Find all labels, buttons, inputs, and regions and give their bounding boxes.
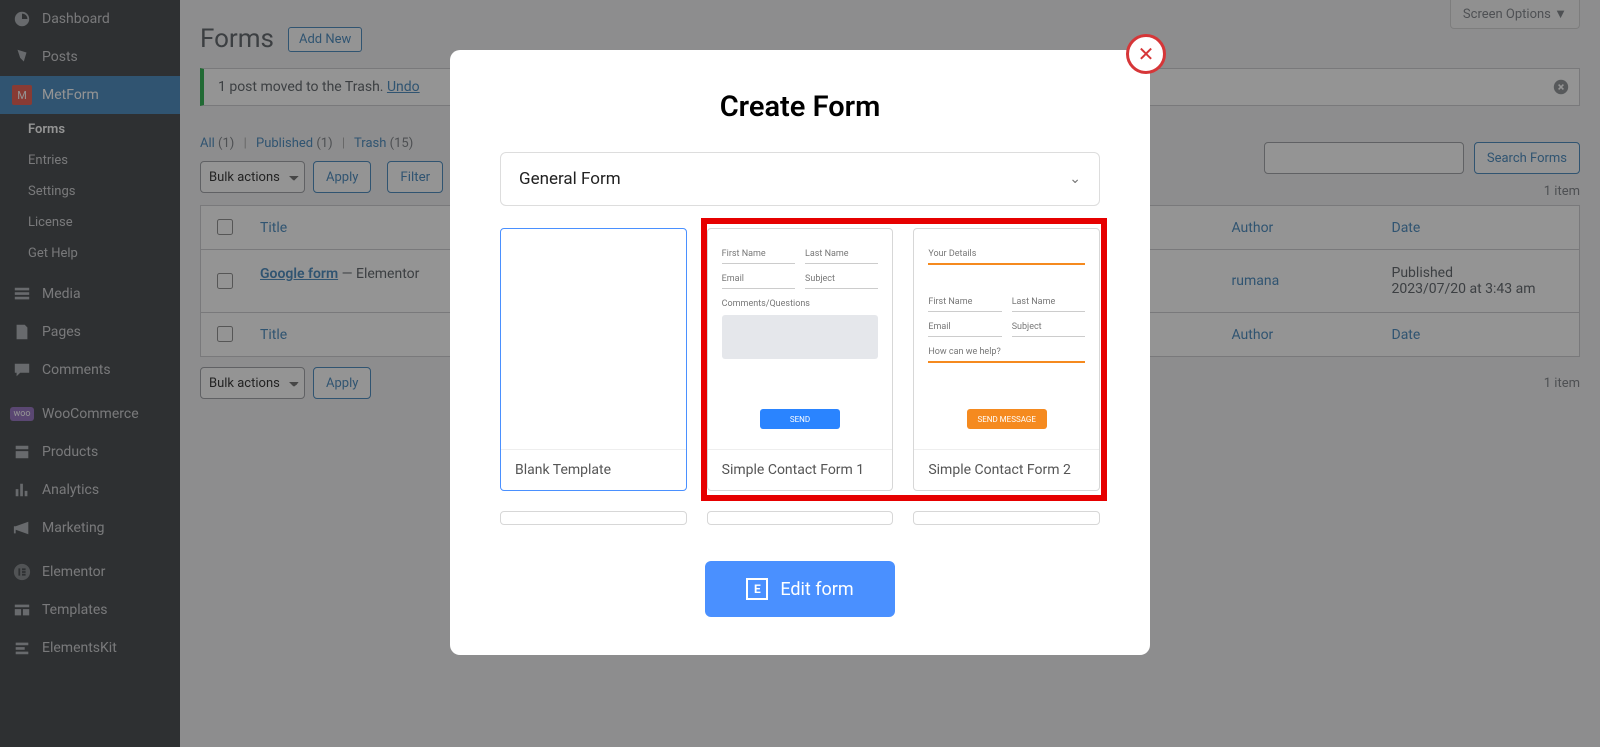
template-simple-2[interactable]: Your Details First Name Last Name Email … (913, 228, 1100, 491)
close-icon: ✕ (1138, 42, 1155, 66)
template-simple-1[interactable]: First Name Last Name Email Subject Comme… (707, 228, 894, 491)
template-grid-next-row (500, 511, 1100, 525)
create-form-modal: ✕ Create Form General Form ⌄ Blank Templ… (450, 50, 1150, 655)
template-placeholder[interactable] (913, 511, 1100, 525)
elementor-edit-icon: E (746, 578, 768, 600)
edit-form-button[interactable]: E Edit form (705, 561, 895, 617)
edit-form-label: Edit form (780, 579, 853, 600)
modal-title: Create Form (500, 90, 1100, 124)
template-label: Blank Template (501, 449, 686, 490)
modal-close-button[interactable]: ✕ (1126, 34, 1166, 74)
chevron-down-icon: ⌄ (1069, 171, 1081, 187)
template-label: Simple Contact Form 2 (914, 449, 1099, 490)
template-grid: Blank Template First Name Last Name Emai… (500, 228, 1100, 491)
template-label: Simple Contact Form 1 (708, 449, 893, 490)
template-placeholder[interactable] (707, 511, 894, 525)
template-placeholder[interactable] (500, 511, 687, 525)
template-blank[interactable]: Blank Template (500, 228, 687, 491)
preview-send-button: SEND (760, 409, 840, 429)
form-type-value: General Form (519, 169, 621, 189)
preview-send-message-button: SEND MESSAGE (967, 409, 1047, 429)
form-type-select[interactable]: General Form ⌄ (500, 152, 1100, 206)
